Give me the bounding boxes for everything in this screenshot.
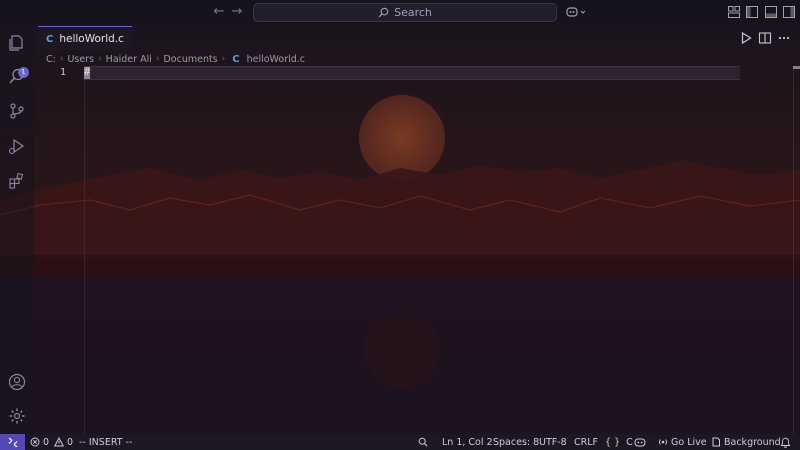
run-debug-icon[interactable] [8, 137, 26, 155]
problems-indicator[interactable]: 0 0 [30, 434, 73, 450]
current-line-highlight [84, 66, 740, 80]
file-icon [712, 437, 720, 447]
error-icon [30, 437, 40, 447]
background-label: Background [724, 436, 781, 448]
go-live-button[interactable]: Go Live [658, 434, 707, 450]
cursor-position[interactable]: Ln 1, Col 2 [442, 434, 493, 450]
text-cursor [84, 67, 90, 79]
braces-icon: { } [605, 436, 621, 448]
broadcast-icon [659, 439, 667, 445]
activity-bar: 1 [0, 25, 34, 434]
vim-mode: -- INSERT -- [79, 436, 133, 448]
command-center-search[interactable]: Search [253, 3, 557, 22]
moon-reflection [364, 312, 440, 388]
breadcrumb: C: › Users › Haider Ali › Documents › C … [46, 52, 305, 66]
gutter-divider [84, 66, 85, 434]
warning-icon [54, 437, 65, 447]
encoding[interactable]: UTF-8 [539, 434, 567, 450]
split-editor-icon[interactable] [758, 31, 772, 45]
mountains-far [0, 160, 800, 260]
copilot-icon[interactable] [566, 5, 588, 19]
search-label: Search [394, 6, 432, 19]
zoom-icon[interactable] [418, 437, 428, 447]
forward-arrow-icon[interactable]: → [229, 4, 245, 20]
language-label: C [626, 436, 633, 448]
indentation[interactable]: Spaces: 8 [493, 434, 539, 450]
tab-label: helloWorld.c [59, 33, 124, 45]
run-file-icon[interactable] [739, 31, 753, 45]
line-number: 1 [59, 67, 66, 78]
customize-layout-icon[interactable] [727, 5, 741, 19]
scrollbar-cursor-marker [793, 66, 800, 69]
search-icon[interactable] [8, 67, 26, 85]
extensions-icon[interactable] [8, 172, 26, 190]
account-icon[interactable] [8, 373, 26, 391]
breadcrumb-item-documents[interactable]: Documents [163, 54, 217, 65]
background-button[interactable]: Background [711, 434, 781, 450]
notifications-bell-icon[interactable] [780, 437, 791, 448]
toggle-panel-icon[interactable] [764, 5, 778, 19]
remote-button[interactable] [0, 434, 25, 450]
c-file-icon: C [46, 33, 54, 45]
toggle-sidebar-icon[interactable] [745, 5, 759, 19]
tab-hello-world[interactable]: C helloWorld.c [38, 26, 132, 51]
chevron-right-icon: › [155, 54, 160, 64]
status-bar: 0 0 -- INSERT -- Ln 1, Col 2 Spaces: 8 U… [0, 434, 800, 450]
breadcrumb-item-users[interactable]: Users [67, 54, 94, 65]
line-ending[interactable]: CRLF [574, 434, 598, 450]
chevron-right-icon: › [98, 54, 102, 64]
breadcrumb-item-haider-ali[interactable]: Haider Ali [106, 54, 152, 65]
breadcrumb-item-drive[interactable]: C: [46, 54, 56, 65]
scrollbar-track[interactable] [793, 66, 794, 434]
remote-icon [8, 437, 17, 447]
explorer-icon[interactable] [8, 34, 26, 52]
chevron-right-icon: › [221, 54, 226, 64]
go-live-label: Go Live [671, 436, 707, 448]
copilot-status-icon[interactable] [634, 437, 646, 448]
settings-gear-icon[interactable] [8, 407, 26, 425]
warning-count: 0 [67, 436, 74, 448]
c-file-icon: C [232, 53, 240, 65]
search-icon [378, 7, 389, 18]
more-actions-icon[interactable] [777, 31, 791, 45]
toggle-secondary-sidebar-icon[interactable] [782, 5, 796, 19]
breadcrumb-item-file[interactable]: helloWorld.c [247, 54, 305, 65]
moon [359, 95, 445, 181]
language-mode[interactable]: { } C [605, 434, 633, 450]
chevron-right-icon: › [59, 54, 64, 64]
title-bar: ← → Search [0, 0, 800, 25]
back-arrow-icon[interactable]: ← [211, 4, 227, 20]
error-count: 0 [43, 436, 50, 448]
source-control-icon[interactable] [8, 102, 26, 120]
